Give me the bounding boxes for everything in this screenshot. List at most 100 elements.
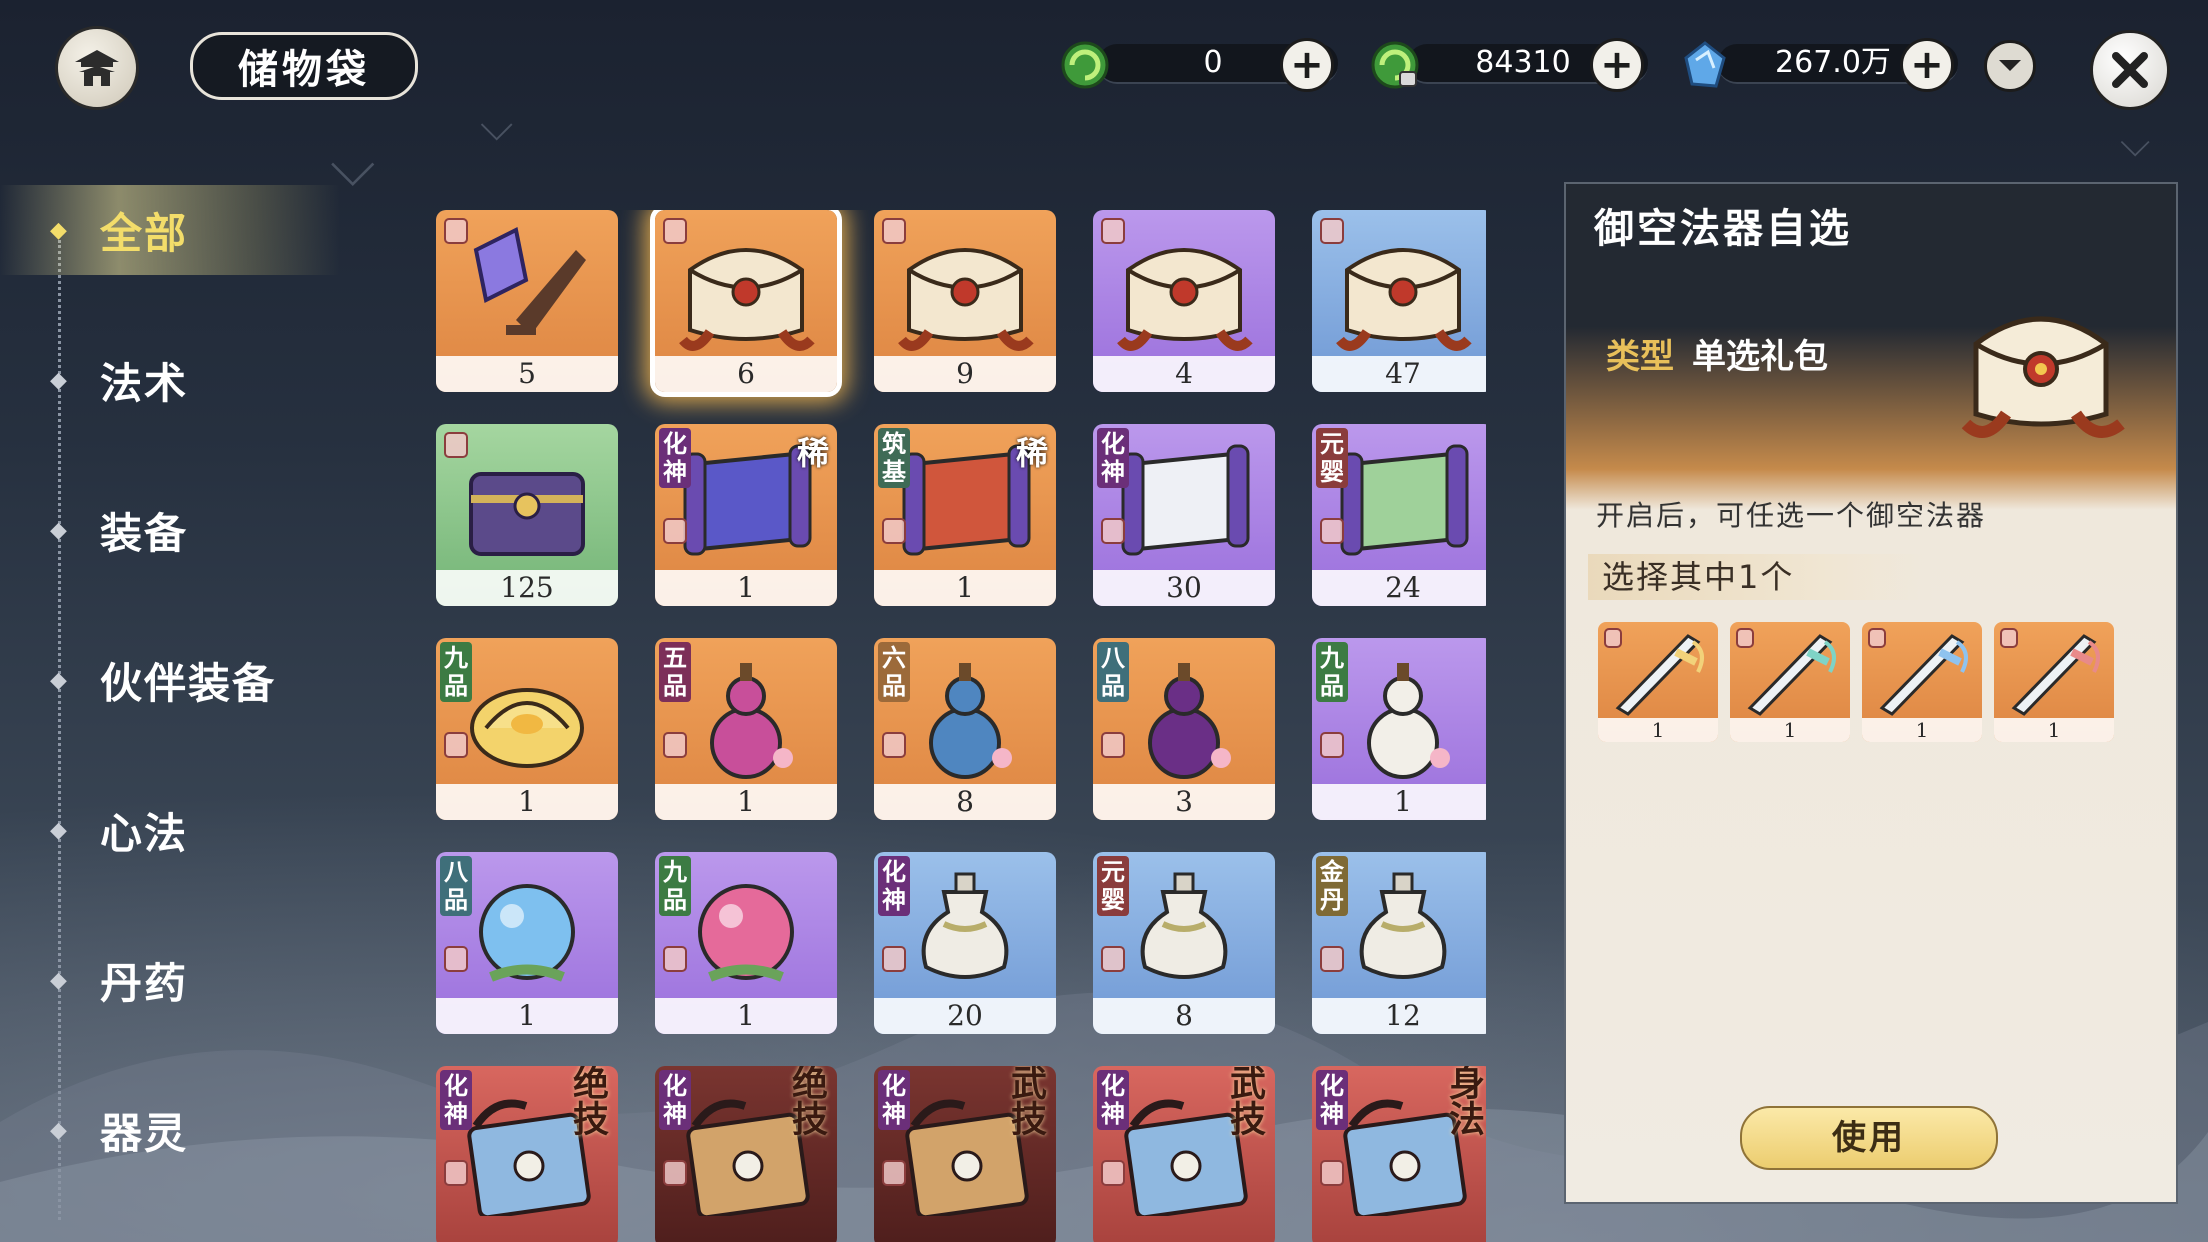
rare-badge: 稀 bbox=[796, 434, 829, 472]
item-count: 6 bbox=[655, 356, 837, 392]
inventory-slot[interactable]: 筑基 稀 1 bbox=[874, 424, 1056, 606]
item-count: 4 bbox=[1093, 356, 1275, 392]
category-label: 丹药 bbox=[100, 958, 189, 1008]
lock-icon bbox=[444, 946, 468, 972]
item-tier-tag: 元婴 bbox=[1316, 428, 1348, 488]
inventory-slot[interactable]: 9 bbox=[874, 210, 1056, 392]
lock-icon bbox=[1604, 628, 1622, 648]
item-tier-tag: 九品 bbox=[440, 642, 472, 702]
inventory-slot[interactable]: 五品 1 bbox=[655, 638, 837, 820]
option-slot[interactable]: 1 bbox=[1994, 622, 2114, 742]
item-tier-tag: 化神 bbox=[878, 1070, 910, 1130]
item-tier-tag: 化神 bbox=[878, 856, 910, 916]
currency-value: 0 bbox=[1203, 45, 1223, 80]
option-slot[interactable]: 1 bbox=[1598, 622, 1718, 742]
inventory-slot[interactable]: 6 bbox=[655, 210, 837, 392]
use-button[interactable]: 使用 bbox=[1740, 1106, 1998, 1170]
inventory-slot[interactable]: 九品 1 bbox=[436, 638, 618, 820]
item-tier-tag: 九品 bbox=[1316, 642, 1348, 702]
lock-icon bbox=[663, 946, 687, 972]
lock-icon bbox=[1101, 732, 1125, 758]
expand-currencies-button[interactable] bbox=[1984, 40, 2036, 92]
item-count: 5 bbox=[436, 356, 618, 392]
inventory-slot[interactable]: 八品 3 bbox=[1093, 638, 1275, 820]
inventory-slot[interactable]: 化神 武技 bbox=[1093, 1066, 1275, 1242]
inventory-slot[interactable]: 4 bbox=[1093, 210, 1275, 392]
category-label: 心法 bbox=[100, 808, 189, 858]
inventory-slot[interactable]: 化神 30 bbox=[1093, 424, 1275, 606]
chevron-down-icon bbox=[1999, 60, 2021, 71]
lock-icon bbox=[882, 518, 906, 544]
add-currency-button[interactable]: + bbox=[1280, 38, 1334, 92]
skill-type-label: 武技 bbox=[1005, 1066, 1047, 1136]
category-artifact-spirit[interactable]: ◆ 器灵 bbox=[0, 1085, 340, 1175]
item-tier-tag: 五品 bbox=[659, 642, 691, 702]
add-currency-button[interactable]: + bbox=[1900, 38, 1954, 92]
home-button[interactable] bbox=[55, 26, 139, 110]
item-tier-tag: 化神 bbox=[440, 1070, 472, 1130]
inventory-slot[interactable]: 八品 1 bbox=[436, 852, 618, 1034]
item-count: 1 bbox=[655, 570, 837, 606]
bird-silhouette: ⌵ bbox=[480, 100, 514, 151]
item-count: 1 bbox=[436, 998, 618, 1034]
pavilion-icon bbox=[75, 50, 119, 86]
inventory-slot[interactable]: 六品 8 bbox=[874, 638, 1056, 820]
item-count: 12 bbox=[1312, 998, 1486, 1034]
inventory-slot[interactable]: 金丹 12 bbox=[1312, 852, 1486, 1034]
currency-spirit-stone: 267.0万 + bbox=[1678, 38, 1958, 92]
gift-chest-icon bbox=[1961, 316, 2125, 438]
lock-icon bbox=[663, 518, 687, 544]
inventory-slot[interactable]: 5 bbox=[436, 210, 618, 392]
inventory-slot[interactable]: 化神 身法 bbox=[1312, 1066, 1486, 1242]
inventory-slot[interactable]: 九品 1 bbox=[655, 852, 837, 1034]
item-tier-tag: 金丹 bbox=[1316, 856, 1348, 916]
lock-icon bbox=[663, 732, 687, 758]
item-detail-panel: 御空法器自选 类型 单选礼包 开启后，可任选一个御空法器 选择其中1个 1111 … bbox=[1564, 182, 2178, 1204]
item-tier-tag: 九品 bbox=[659, 856, 691, 916]
item-count: 47 bbox=[1312, 356, 1486, 392]
lock-icon bbox=[1320, 518, 1344, 544]
item-tier-tag: 六品 bbox=[878, 642, 910, 702]
inventory-slot[interactable]: 47 bbox=[1312, 210, 1486, 392]
green-swirl-lock-icon bbox=[1371, 41, 1419, 89]
inventory-slot[interactable]: 化神 稀 1 bbox=[655, 424, 837, 606]
category-all[interactable]: ◆ 全部 bbox=[0, 185, 340, 275]
category-pills[interactable]: ◆ 丹药 bbox=[0, 935, 340, 1025]
lock-icon bbox=[1736, 628, 1754, 648]
inventory-slot[interactable]: 化神 绝技 bbox=[436, 1066, 618, 1242]
inventory-slot[interactable]: 化神 绝技 bbox=[655, 1066, 837, 1242]
item-count: 1 bbox=[655, 784, 837, 820]
lock-icon bbox=[444, 432, 468, 458]
skill-type-label: 绝技 bbox=[567, 1066, 609, 1136]
inventory-slot[interactable]: 元婴 8 bbox=[1093, 852, 1275, 1034]
inventory-slot[interactable]: 九品 1 bbox=[1312, 638, 1486, 820]
option-slot[interactable]: 1 bbox=[1862, 622, 1982, 742]
category-equipment[interactable]: ◆ 装备 bbox=[0, 485, 340, 575]
inventory-slot[interactable]: 化神 20 bbox=[874, 852, 1056, 1034]
item-count: 24 bbox=[1312, 570, 1486, 606]
inventory-slot[interactable]: 化神 武技 bbox=[874, 1066, 1056, 1242]
inventory-slot[interactable]: 125 bbox=[436, 424, 618, 606]
add-currency-button[interactable]: + bbox=[1590, 38, 1644, 92]
diamond-icon: ◆ bbox=[50, 967, 67, 993]
currency-jade: 0 + bbox=[1058, 38, 1338, 92]
rare-badge: 稀 bbox=[1015, 434, 1048, 472]
lock-icon bbox=[444, 218, 468, 244]
item-tier-tag: 八品 bbox=[1097, 642, 1129, 702]
category-partner-equipment[interactable]: ◆ 伙伴装备 bbox=[0, 635, 340, 725]
close-button[interactable] bbox=[2090, 30, 2170, 110]
lock-icon bbox=[882, 946, 906, 972]
skill-type-label: 绝技 bbox=[786, 1066, 828, 1136]
option-slot[interactable]: 1 bbox=[1730, 622, 1850, 742]
item-count: 1 bbox=[655, 998, 837, 1034]
category-label: 全部 bbox=[100, 208, 189, 258]
diamond-icon: ◆ bbox=[50, 217, 67, 243]
category-mind-method[interactable]: ◆ 心法 bbox=[0, 785, 340, 875]
item-tier-tag: 八品 bbox=[440, 856, 472, 916]
category-spells[interactable]: ◆ 法术 bbox=[0, 335, 340, 425]
item-tier-tag: 化神 bbox=[659, 1070, 691, 1130]
skill-type-label: 武技 bbox=[1224, 1066, 1266, 1136]
inventory-slot[interactable]: 元婴 24 bbox=[1312, 424, 1486, 606]
item-count: 1 bbox=[436, 784, 618, 820]
lock-icon bbox=[1101, 518, 1125, 544]
